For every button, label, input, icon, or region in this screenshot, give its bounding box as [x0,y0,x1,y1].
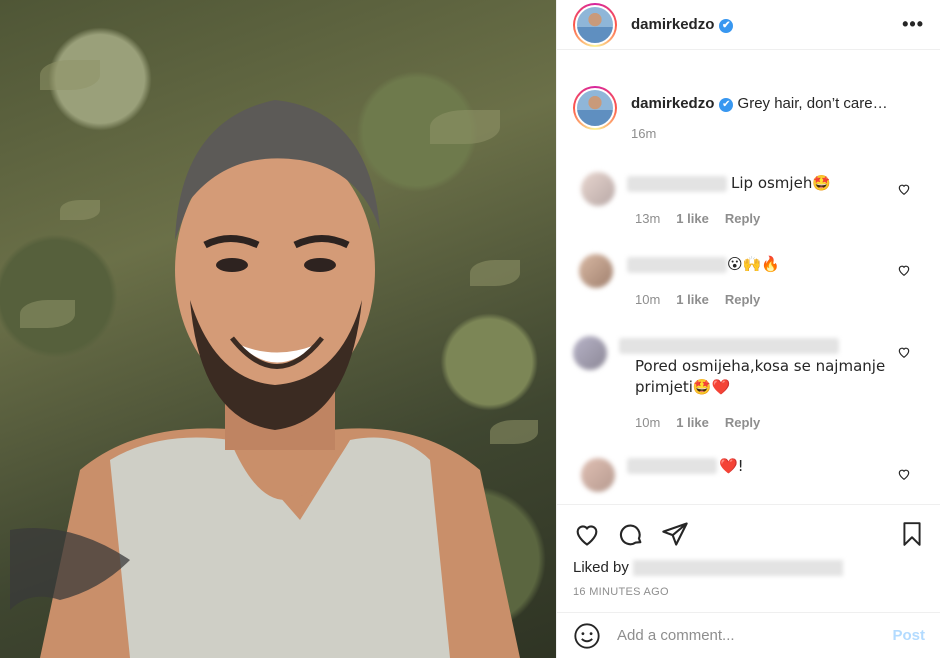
comment-likes[interactable]: 1 like [676,415,709,430]
post-photo[interactable] [0,0,556,658]
comment-icon[interactable] [617,520,645,548]
commenter-name[interactable] [627,176,727,192]
reply-button[interactable]: Reply [725,292,760,307]
comment-text: ❤️! [719,457,744,475]
commenter-avatar[interactable] [579,254,613,288]
commenter-name[interactable] [619,338,839,354]
post-caption: damirkedzo ✔ Grey hair, don’t care… 16m [573,86,888,141]
share-icon[interactable] [661,520,689,548]
commenter-name[interactable] [627,257,727,273]
comment-likes[interactable]: 1 like [676,211,709,226]
comment-input[interactable]: Add a comment... [617,627,892,644]
verified-icon: ✔ [719,98,734,112]
commenter-name[interactable] [627,458,717,474]
commenter-avatar[interactable] [573,336,607,370]
comments-list[interactable]: damirkedzo ✔ Grey hair, don’t care… 16m L… [557,64,940,504]
like-comment-heart-icon[interactable] [897,345,911,359]
liked-by-names[interactable] [632,559,843,576]
man-selfie-illustration [10,100,520,658]
comment-meta: 13m 1 like Reply [635,211,761,226]
comment-text: Lip osmjeh🤩 [731,174,831,192]
post-time: 16 MINUTES AGO [573,586,669,598]
author-username[interactable]: damirkedzo ✔ [631,16,734,33]
comment-meta: 10m 1 like Reply [635,415,761,430]
caption-time: 16m [631,126,657,141]
post-side-panel: damirkedzo ✔ ••• damirkedzo ✔ Grey hair, d… [556,0,940,658]
more-icon[interactable]: ••• [902,14,924,35]
add-comment-bar: Add a comment... Post [557,612,940,658]
comment-text: 😮🙌🔥 [727,255,780,273]
post-button[interactable]: Post [892,627,925,644]
reply-button[interactable]: Reply [725,415,760,430]
post-header: damirkedzo ✔ ••• [557,0,940,50]
like-comment-heart-icon[interactable] [897,182,911,196]
liked-by[interactable]: Liked by [573,559,925,576]
caption-text: Grey hair, don’t care… [737,95,888,112]
caption-author-avatar[interactable] [573,86,617,130]
comment-likes[interactable]: 1 like [676,292,709,307]
like-comment-heart-icon[interactable] [897,467,911,481]
verified-icon: ✔ [719,19,734,33]
commenter-avatar[interactable] [581,458,615,492]
emoji-icon[interactable] [573,622,601,650]
bookmark-icon[interactable] [899,520,925,548]
comment-text: Pored osmijeha,kosa se najmanje primjeti… [635,357,886,396]
post-actions: Liked by 16 MINUTES AGO [557,504,940,598]
author-avatar[interactable] [573,2,617,47]
caption-author-name[interactable]: damirkedzo [631,95,714,112]
heart-icon[interactable] [573,520,601,548]
reply-button[interactable]: Reply [725,211,760,226]
commenter-avatar[interactable] [581,172,615,206]
comment-meta: 10m 1 like Reply [635,292,761,307]
like-comment-heart-icon[interactable] [897,263,911,277]
